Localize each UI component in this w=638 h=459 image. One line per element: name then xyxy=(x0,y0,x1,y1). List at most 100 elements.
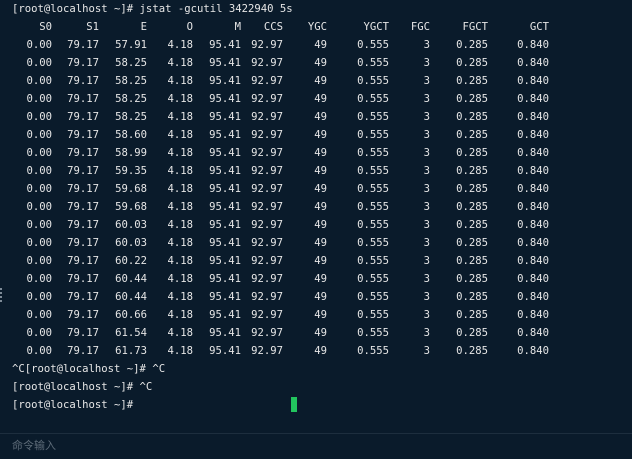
cell-gct: 0.840 xyxy=(517,219,549,231)
command-input[interactable] xyxy=(12,437,312,455)
cell-ccs: 92.97 xyxy=(251,111,283,123)
cell-fgc: 3 xyxy=(423,147,430,159)
cell-o: 4.18 xyxy=(167,345,193,357)
cell-s1: 79.17 xyxy=(67,345,99,357)
cell-m: 95.41 xyxy=(209,237,241,249)
terminal-window[interactable]: [root@localhost ~]# jstat -gcutil 342294… xyxy=(0,0,632,459)
cell-gct: 0.840 xyxy=(517,75,549,87)
cell-m: 95.41 xyxy=(209,57,241,69)
cell-ccs: 92.97 xyxy=(251,75,283,87)
cell-e: 60.03 xyxy=(115,219,147,231)
cell-fgct: 0.285 xyxy=(456,147,488,159)
cell-fgc: 3 xyxy=(423,93,430,105)
cell-fgc: 3 xyxy=(423,57,430,69)
cell-m: 95.41 xyxy=(209,273,241,285)
table-row: 0.00 79.17 59.35 4.18 95.41 92.97 49 0.555 3 0.28… xyxy=(0,162,632,180)
cell-gct: 0.840 xyxy=(517,165,549,177)
cell-o: 4.18 xyxy=(167,93,193,105)
table-row: 0.00 79.17 58.60 4.18 95.41 92.97 49 0.555 3 0.28… xyxy=(0,126,632,144)
cell-s1: 79.17 xyxy=(67,327,99,339)
interrupt-line-2: [root@localhost ~]# ^C xyxy=(12,381,153,393)
cell-o: 4.18 xyxy=(167,75,193,87)
cell-s0: 0.00 xyxy=(26,93,52,105)
cell-o: 4.18 xyxy=(167,111,193,123)
cell-o: 4.18 xyxy=(167,309,193,321)
cell-gct: 0.840 xyxy=(517,273,549,285)
cell-s0: 0.00 xyxy=(26,147,52,159)
table-row: 0.00 79.17 59.68 4.18 95.41 92.97 49 0.555 3 0.28… xyxy=(0,180,632,198)
cell-o: 4.18 xyxy=(167,147,193,159)
cell-fgct: 0.285 xyxy=(456,183,488,195)
cell-s1: 79.17 xyxy=(67,255,99,267)
cell-o: 4.18 xyxy=(167,183,193,195)
cell-fgc: 3 xyxy=(423,273,430,285)
cell-ygct: 0.555 xyxy=(357,237,389,249)
cell-s0: 0.00 xyxy=(26,57,52,69)
cell-ygct: 0.555 xyxy=(357,57,389,69)
cell-s1: 79.17 xyxy=(67,219,99,231)
cell-ygct: 0.555 xyxy=(357,165,389,177)
cell-fgc: 3 xyxy=(423,237,430,249)
table-header: S0 S1 E O M CCS YGC YGCT FGC FGCT GCT xyxy=(0,18,632,36)
cell-ygct: 0.555 xyxy=(357,111,389,123)
table-row: 0.00 79.17 60.66 4.18 95.41 92.97 49 0.555 3 0.28… xyxy=(0,306,632,324)
cell-ygct: 0.555 xyxy=(357,75,389,87)
cell-fgct: 0.285 xyxy=(456,75,488,87)
cell-ygct: 0.555 xyxy=(357,93,389,105)
cell-fgc: 3 xyxy=(423,75,430,87)
cell-o: 4.18 xyxy=(167,327,193,339)
cell-fgc: 3 xyxy=(423,39,430,51)
table-row: 0.00 79.17 60.03 4.18 95.41 92.97 49 0.555 3 0.28… xyxy=(0,216,632,234)
cell-e: 58.25 xyxy=(115,111,147,123)
header-s1: S1 xyxy=(86,21,99,33)
current-prompt: [root@localhost ~]# xyxy=(12,399,134,411)
window-edge xyxy=(632,0,638,459)
cell-ygct: 0.555 xyxy=(357,201,389,213)
cell-ygc: 49 xyxy=(314,39,327,51)
cell-fgct: 0.285 xyxy=(456,111,488,123)
cell-ccs: 92.97 xyxy=(251,327,283,339)
cell-e: 58.25 xyxy=(115,57,147,69)
cell-o: 4.18 xyxy=(167,39,193,51)
table-row: 0.00 79.17 58.25 4.18 95.41 92.97 49 0.555 3 0.28… xyxy=(0,90,632,108)
cell-s0: 0.00 xyxy=(26,201,52,213)
header-s0: S0 xyxy=(39,21,52,33)
interrupt-line-1: ^C[root@localhost ~]# ^C xyxy=(12,363,166,375)
cell-m: 95.41 xyxy=(209,39,241,51)
cell-o: 4.18 xyxy=(167,57,193,69)
cell-o: 4.18 xyxy=(167,273,193,285)
resize-handle-icon[interactable] xyxy=(0,288,3,306)
cell-ygct: 0.555 xyxy=(357,345,389,357)
cell-fgc: 3 xyxy=(423,345,430,357)
table-row: 0.00 79.17 58.25 4.18 95.41 92.97 49 0.555 3 0.28… xyxy=(0,54,632,72)
command-bar-divider xyxy=(0,433,632,434)
command-line: [root@localhost ~]# jstat -gcutil 342294… xyxy=(12,3,293,15)
cell-s1: 79.17 xyxy=(67,237,99,249)
cell-fgct: 0.285 xyxy=(456,129,488,141)
cell-gct: 0.840 xyxy=(517,327,549,339)
cell-s1: 79.17 xyxy=(67,75,99,87)
cell-fgct: 0.285 xyxy=(456,237,488,249)
cell-m: 95.41 xyxy=(209,219,241,231)
cell-e: 60.44 xyxy=(115,273,147,285)
cell-ygct: 0.555 xyxy=(357,129,389,141)
cell-s1: 79.17 xyxy=(67,93,99,105)
cell-ygct: 0.555 xyxy=(357,309,389,321)
cell-gct: 0.840 xyxy=(517,345,549,357)
cell-s1: 79.17 xyxy=(67,57,99,69)
cell-fgc: 3 xyxy=(423,219,430,231)
cell-s0: 0.00 xyxy=(26,309,52,321)
header-gct: GCT xyxy=(529,21,549,33)
cell-s0: 0.00 xyxy=(26,237,52,249)
cell-fgct: 0.285 xyxy=(456,219,488,231)
cell-s0: 0.00 xyxy=(26,129,52,141)
table-row: 0.00 79.17 58.25 4.18 95.41 92.97 49 0.555 3 0.28… xyxy=(0,108,632,126)
cell-ccs: 92.97 xyxy=(251,345,283,357)
cell-s1: 79.17 xyxy=(67,165,99,177)
cell-gct: 0.840 xyxy=(517,291,549,303)
cell-s1: 79.17 xyxy=(67,309,99,321)
cell-ccs: 92.97 xyxy=(251,147,283,159)
cell-ygc: 49 xyxy=(314,57,327,69)
cell-ygc: 49 xyxy=(314,219,327,231)
cell-s0: 0.00 xyxy=(26,255,52,267)
